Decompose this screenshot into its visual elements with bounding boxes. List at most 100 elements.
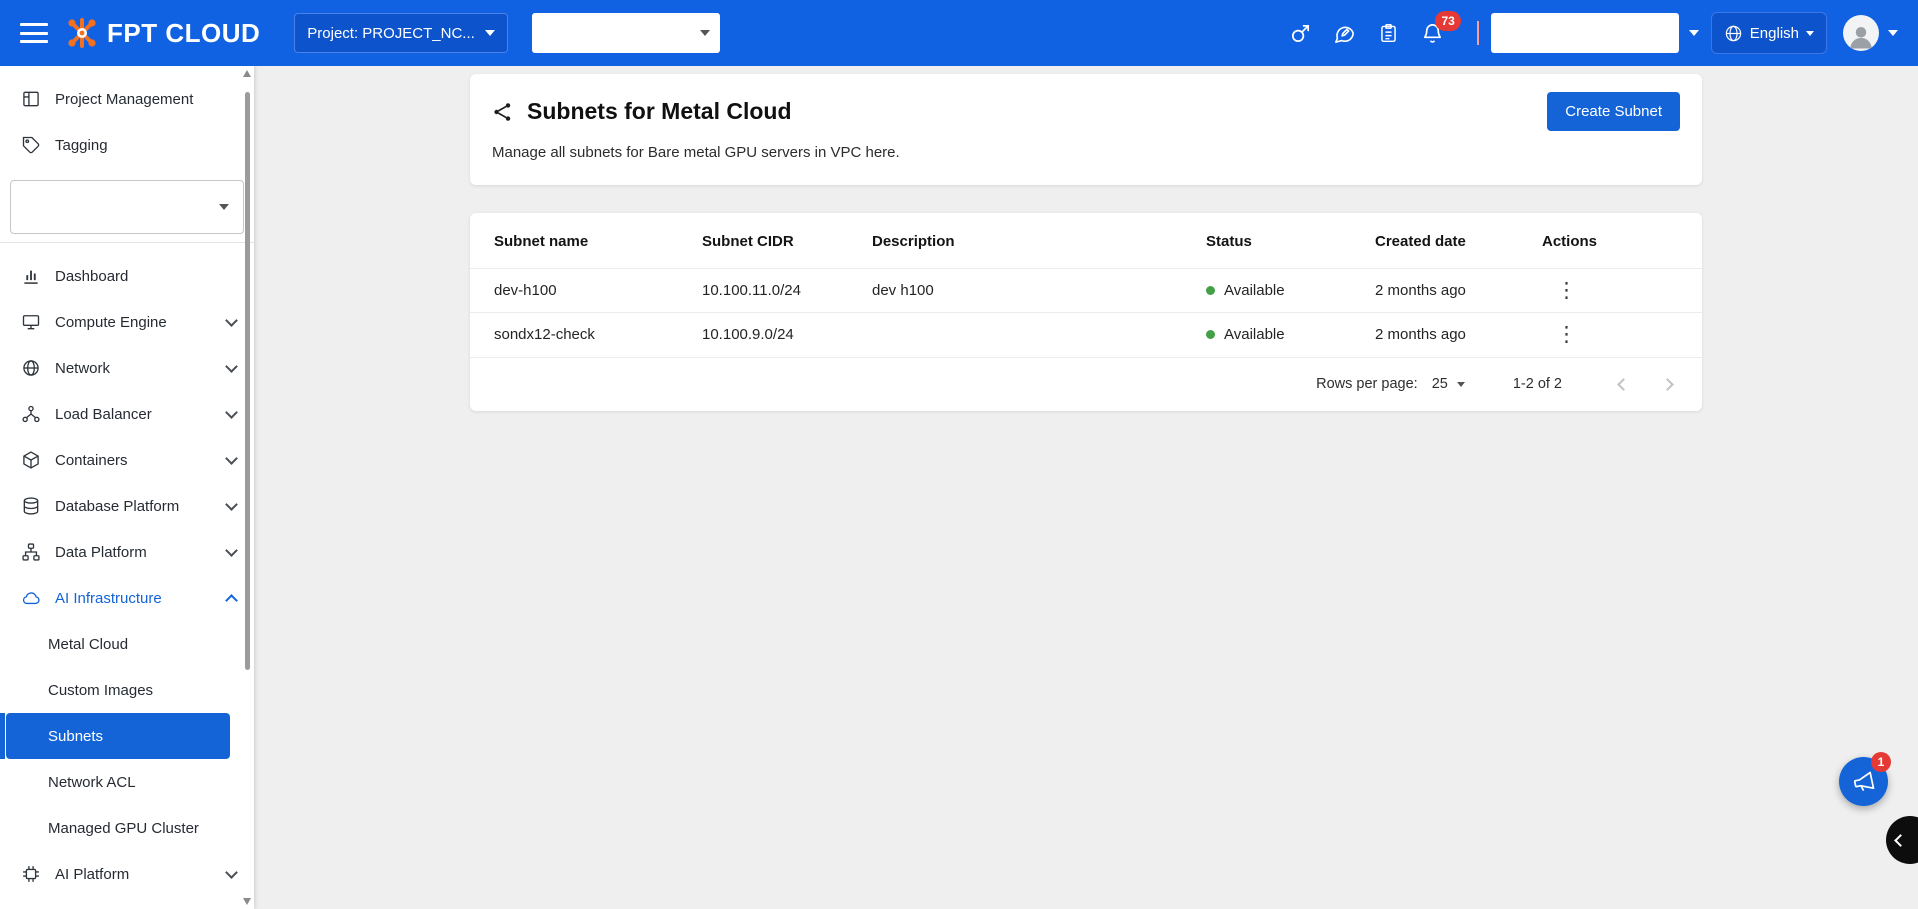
status-label: Available [1224,326,1285,343]
tag-icon [20,134,42,156]
column-header-description: Description [862,213,1196,269]
sidebar-subitem-metal-cloud[interactable]: Metal Cloud [0,621,254,667]
chevron-left-icon [1894,834,1907,847]
account-menu-button[interactable] [1843,15,1898,51]
sidebar-subitem-label: Custom Images [48,682,153,699]
mars-icon [1289,22,1312,45]
sidebar-subitem-network-acl[interactable]: Network ACL [0,759,254,805]
cell-actions: ⋮ [1532,269,1702,313]
topbar-secondary-select[interactable] [1491,13,1679,53]
sidebar-divider [0,242,254,243]
sidebar-item-tagging[interactable]: Tagging [0,122,254,168]
notification-badge: 73 [1435,11,1460,31]
sidebar-item-project-management[interactable]: Project Management [0,76,254,122]
rows-per-page-select[interactable]: 25 [1432,376,1465,392]
megaphone-icon [1849,767,1877,795]
chat-edit-icon [1333,22,1356,45]
announcements-fab-button[interactable]: 1 [1839,757,1888,806]
sidebar-item-load-balancer[interactable]: Load Balancer [0,391,254,437]
previous-page-button[interactable] [1604,365,1642,403]
chevron-right-icon [1661,378,1674,391]
announcement-badge: 1 [1871,752,1891,772]
scrollbar-thumb[interactable] [245,92,250,670]
chevron-up-icon [225,594,238,607]
sidebar-item-label: Containers [55,452,227,469]
chevron-down-icon [225,406,238,419]
topbar-divider [1477,21,1479,45]
chevron-down-icon [225,544,238,557]
sidebar-item-label: AI Platform [55,866,227,883]
sidebar-item-label: Project Management [55,91,236,108]
cell-created-date: 2 months ago [1365,313,1532,357]
sidebar-scope-select[interactable] [10,180,244,234]
create-subnet-button[interactable]: Create Subnet [1547,92,1680,131]
main-content: Subnets for Metal Cloud Create Subnet Ma… [254,66,1918,909]
cell-actions: ⋮ [1532,313,1702,357]
data-platform-icon [20,541,42,563]
scroll-up-arrow[interactable] [243,70,251,77]
chevron-down-icon [225,498,238,511]
column-header-subnet-name: Subnet name [470,213,692,269]
sidebar-subitem-custom-images[interactable]: Custom Images [0,667,254,713]
dashboard-icon [20,265,42,287]
chevron-left-icon [1617,378,1630,391]
sidebar-item-network[interactable]: Network [0,345,254,391]
sidebar-subitem-subnets[interactable]: Subnets [6,713,230,759]
chevron-down-icon [219,204,229,210]
subnets-table: Subnet name Subnet CIDR Description Stat… [470,213,1702,357]
table-row[interactable]: dev-h100 10.100.11.0/24 dev h100 Availab… [470,269,1702,313]
project-selector[interactable]: Project: PROJECT_NC... [294,13,508,53]
sidebar-item-ai-platform[interactable]: AI Platform [0,851,254,897]
fpt-logo-icon [64,15,100,51]
sidebar-subitem-managed-gpu-cluster[interactable]: Managed GPU Cluster [0,805,254,851]
fpt-cloud-logo[interactable]: FPT CLOUD [64,15,260,51]
language-selector[interactable]: English [1711,12,1827,54]
hamburger-menu-button[interactable] [20,23,48,43]
notifications-button[interactable]: 73 [1411,11,1455,55]
sidebar-item-label: Tagging [55,137,236,154]
sidebar-subitem-label: Metal Cloud [48,636,128,653]
logo-text: FPT CLOUD [107,18,260,49]
status-label: Available [1224,282,1285,299]
row-actions-kebab-button[interactable]: ⋮ [1548,276,1585,305]
database-icon [20,495,42,517]
clipboard-icon [1378,22,1399,44]
column-header-status: Status [1196,213,1365,269]
sidebar-item-containers[interactable]: Containers [0,437,254,483]
mars-icon-button[interactable] [1279,11,1323,55]
survey-clipboard-button[interactable] [1367,11,1411,55]
next-page-button[interactable] [1648,365,1686,403]
cell-subnet-cidr: 10.100.11.0/24 [692,269,862,313]
cell-subnet-name: dev-h100 [470,269,692,313]
vpc-selector[interactable] [532,13,720,53]
load-balancer-icon [20,403,42,425]
sidebar-item-compute-engine[interactable]: Compute Engine [0,299,254,345]
feedback-chat-button[interactable] [1323,11,1367,55]
chevron-down-icon[interactable] [1689,30,1699,36]
rows-per-page-label: Rows per page: [1316,376,1418,392]
sidebar-item-label: Database Platform [55,498,227,515]
sidebar-item-database-platform[interactable]: Database Platform [0,483,254,529]
row-actions-kebab-button[interactable]: ⋮ [1548,320,1585,349]
sidebar-subitem-label: Subnets [48,728,103,745]
table-row[interactable]: sondx12-check 10.100.9.0/24 Available 2 … [470,313,1702,357]
column-header-actions: Actions [1532,213,1702,269]
topbar: FPT CLOUD Project: PROJECT_NC... 73 [0,0,1918,66]
chevron-down-icon [1457,382,1465,387]
sidebar-item-data-platform[interactable]: Data Platform [0,529,254,575]
page-subtitle: Manage all subnets for Bare metal GPU se… [492,144,1680,161]
sidebar-scrollbar[interactable] [240,66,254,909]
subnets-table-card: Subnet name Subnet CIDR Description Stat… [470,213,1702,411]
chevron-down-icon [1806,31,1814,36]
status-dot-green [1206,330,1215,339]
cloud-icon [20,587,42,609]
status-dot-green [1206,286,1215,295]
sidebar-item-ai-infrastructure[interactable]: AI Infrastructure [0,575,254,621]
sidebar-subitem-label: Managed GPU Cluster [48,820,199,837]
table-pagination: Rows per page: 25 1-2 of 2 [470,357,1702,411]
sidebar-item-label: Data Platform [55,544,227,561]
sidebar-item-dashboard[interactable]: Dashboard [0,253,254,299]
sidebar: Project Management Tagging Dashboard Com… [0,66,254,909]
scroll-down-arrow[interactable] [243,898,251,905]
sidebar-item-label: Network [55,360,227,377]
